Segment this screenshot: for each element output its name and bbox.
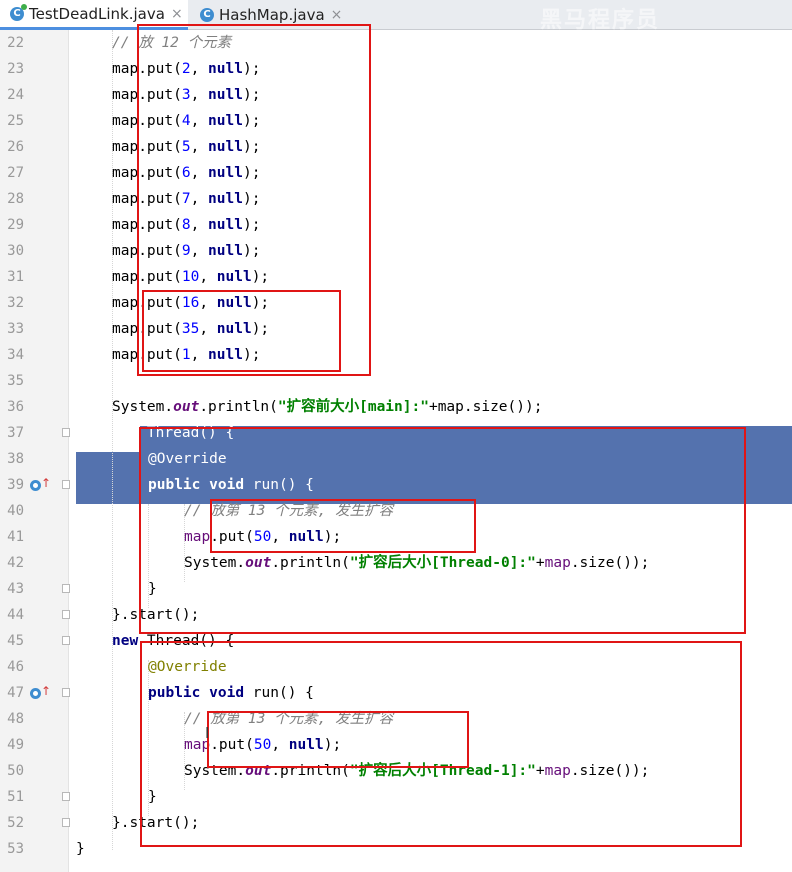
line-number: 41 (7, 529, 24, 545)
line-number: 37 (7, 425, 24, 441)
code-token: System. (112, 399, 174, 415)
tab-label: HashMap.java (219, 6, 325, 24)
line-number: 22 (7, 35, 24, 51)
code-token: new (112, 425, 139, 441)
code-line[interactable]: 23 map.put(2, null); (0, 56, 792, 82)
fold-marker-icon[interactable] (62, 818, 70, 827)
highlight-box-collision-puts (142, 290, 341, 372)
code-line[interactable]: 28 map.put(7, null); (0, 186, 792, 212)
fold-marker-icon[interactable] (62, 636, 70, 645)
fold-marker-icon[interactable] (62, 688, 70, 697)
line-number: 52 (7, 815, 24, 831)
line-number: 36 (7, 399, 24, 415)
line-number: 53 (7, 841, 24, 857)
line-number: 30 (7, 243, 24, 259)
java-class-icon: C (200, 8, 214, 22)
line-number: 46 (7, 659, 24, 675)
code-line[interactable]: 35 (0, 368, 792, 394)
code-editor[interactable]: 22// 放 12 个元素 23 map.put(2, null); 24 map.pu… (0, 24, 792, 872)
code-text: System.out.println("扩容前大小[main]:"+map.si… (112, 394, 542, 420)
fold-marker-icon[interactable] (62, 428, 70, 437)
fold-marker-icon[interactable] (62, 584, 70, 593)
up-arrow-icon[interactable]: ↑ (41, 477, 51, 489)
highlight-box-thread-0-put (210, 499, 476, 553)
line-number: 48 (7, 711, 24, 727)
line-number: 42 (7, 555, 24, 571)
java-class-icon: C (10, 3, 27, 21)
code-line[interactable]: 36 System.out.println("扩容前大小[main]:"+map.… (0, 394, 792, 420)
line-number: 26 (7, 139, 24, 155)
editor-tab-bar: C TestDeadLink.java × C HashMap.java × 黑… (0, 0, 792, 33)
line-number: 27 (7, 165, 24, 181)
code-line[interactable]: 25 map.put(4, null); (0, 108, 792, 134)
line-number: 43 (7, 581, 24, 597)
line-number: 25 (7, 113, 24, 129)
line-number: 38 (7, 451, 24, 467)
code-token: .println( (199, 399, 278, 415)
line-number: 31 (7, 269, 24, 285)
text-cursor-icon: I (205, 724, 210, 742)
line-number: 24 (7, 87, 24, 103)
fold-marker-icon[interactable] (62, 480, 70, 489)
code-line[interactable]: 29 map.put(8, null); (0, 212, 792, 238)
code-line[interactable]: 31 map.put(10, null); (0, 264, 792, 290)
line-number: 28 (7, 191, 24, 207)
tab-label: TestDeadLink.java (29, 4, 165, 23)
code-line[interactable]: 26 map.put(5, null); (0, 134, 792, 160)
line-number: 29 (7, 217, 24, 233)
code-line[interactable]: 30 map.put(9, null); (0, 238, 792, 264)
line-number: 34 (7, 347, 24, 363)
line-number: 40 (7, 503, 24, 519)
code-line[interactable]: 33 map.put(35, null); (0, 316, 792, 342)
code-token: out (173, 399, 200, 415)
line-number: 33 (7, 321, 24, 337)
line-number: 45 (7, 633, 24, 649)
line-number: 32 (7, 295, 24, 311)
fold-marker-icon[interactable] (62, 610, 70, 619)
fold-marker-icon[interactable] (62, 792, 70, 801)
code-line[interactable]: 27 map.put(6, null); (0, 160, 792, 186)
override-method-icon[interactable] (30, 688, 41, 699)
close-icon[interactable]: × (171, 6, 183, 22)
code-line[interactable]: 34 map.put(1, null); (0, 342, 792, 368)
code-line[interactable]: 24 map.put(3, null); (0, 82, 792, 108)
line-number: 44 (7, 607, 24, 623)
line-number: 50 (7, 763, 24, 779)
code-token: new (112, 633, 139, 649)
code-token: } (76, 841, 85, 857)
line-number: 39 (7, 477, 24, 493)
line-number: 51 (7, 789, 24, 805)
code-token: "扩容前大小[main]:" (277, 399, 429, 415)
code-line[interactable]: 32 map.put(16, null); (0, 290, 792, 316)
override-method-icon[interactable] (30, 480, 41, 491)
code-line[interactable]: 22// 放 12 个元素 (0, 30, 792, 56)
code-text: } (76, 836, 85, 862)
line-number: 49 (7, 737, 24, 753)
close-icon[interactable]: × (331, 7, 343, 23)
code-token: +map.size()); (428, 399, 543, 415)
line-number: 47 (7, 685, 24, 701)
line-number: 35 (7, 373, 24, 389)
highlight-box-thread-1-put (207, 711, 469, 768)
up-arrow-icon[interactable]: ↑ (41, 685, 51, 697)
line-number: 23 (7, 61, 24, 77)
